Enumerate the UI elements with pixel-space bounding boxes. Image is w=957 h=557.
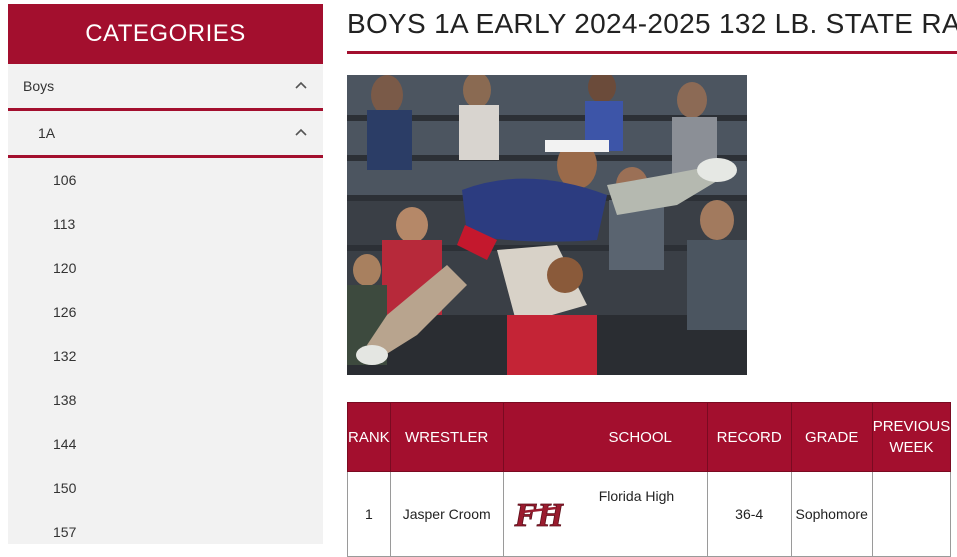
category-1a-label: 1A: [38, 125, 56, 141]
weight-class-157[interactable]: 157: [8, 510, 323, 554]
category-boys[interactable]: Boys: [8, 64, 323, 111]
categories-header: CATEGORIES: [8, 4, 323, 64]
school-name: Florida High: [598, 488, 675, 504]
weight-class-144[interactable]: 144: [8, 422, 323, 466]
wrestling-photo: [347, 75, 747, 375]
weight-class-132[interactable]: 132: [8, 334, 323, 378]
chevron-up-icon[interactable]: [293, 124, 309, 140]
header-rank: RANK: [347, 402, 391, 472]
header-grade: GRADE: [790, 402, 873, 472]
header-wrestler: WRESTLER: [389, 402, 504, 472]
svg-text:FH: FH: [514, 497, 564, 534]
weight-class-113[interactable]: 113: [8, 202, 323, 246]
header-school: SCHOOL: [502, 402, 708, 472]
cell-previous-week: [871, 471, 952, 557]
cell-rank: 1: [347, 471, 391, 557]
chevron-up-icon[interactable]: [293, 77, 309, 93]
weight-class-150[interactable]: 150: [8, 466, 323, 510]
category-boys-label: Boys: [23, 78, 55, 94]
weight-class-138[interactable]: 138: [8, 378, 323, 422]
header-previous-week-line1: PREVIOUS: [872, 418, 951, 435]
weight-class-126[interactable]: 126: [8, 290, 323, 334]
header-previous-week: PREVIOUS WEEK: [871, 402, 952, 472]
cell-school: FH Florida High: [502, 471, 708, 557]
category-1a[interactable]: 1A: [8, 111, 323, 158]
table-header-row: RANK WRESTLER SCHOOL RECORD GRADE PREVIO…: [347, 402, 952, 472]
cell-grade: Sophomore: [790, 471, 873, 557]
header-school-label: SCHOOL: [608, 428, 672, 446]
header-previous-week-line2: WEEK: [889, 439, 934, 456]
table-row: 1 Jasper Croom FH Florida High 36-4 Soph…: [347, 471, 952, 557]
cell-record: 36-4: [706, 471, 792, 557]
page-title: BOYS 1A EARLY 2024-2025 132 LB. STATE RA…: [347, 8, 957, 39]
title-divider: [347, 51, 957, 54]
florida-high-logo: FH: [514, 497, 564, 534]
header-record: RECORD: [706, 402, 792, 472]
weight-class-120[interactable]: 120: [8, 246, 323, 290]
categories-sidebar: CATEGORIES Boys 1A 106 113 120 126 132 1…: [8, 4, 323, 544]
weight-class-106[interactable]: 106: [8, 158, 323, 202]
rankings-table: RANK WRESTLER SCHOOL RECORD GRADE PREVIO…: [347, 402, 952, 557]
cell-wrestler: Jasper Croom: [389, 471, 504, 557]
